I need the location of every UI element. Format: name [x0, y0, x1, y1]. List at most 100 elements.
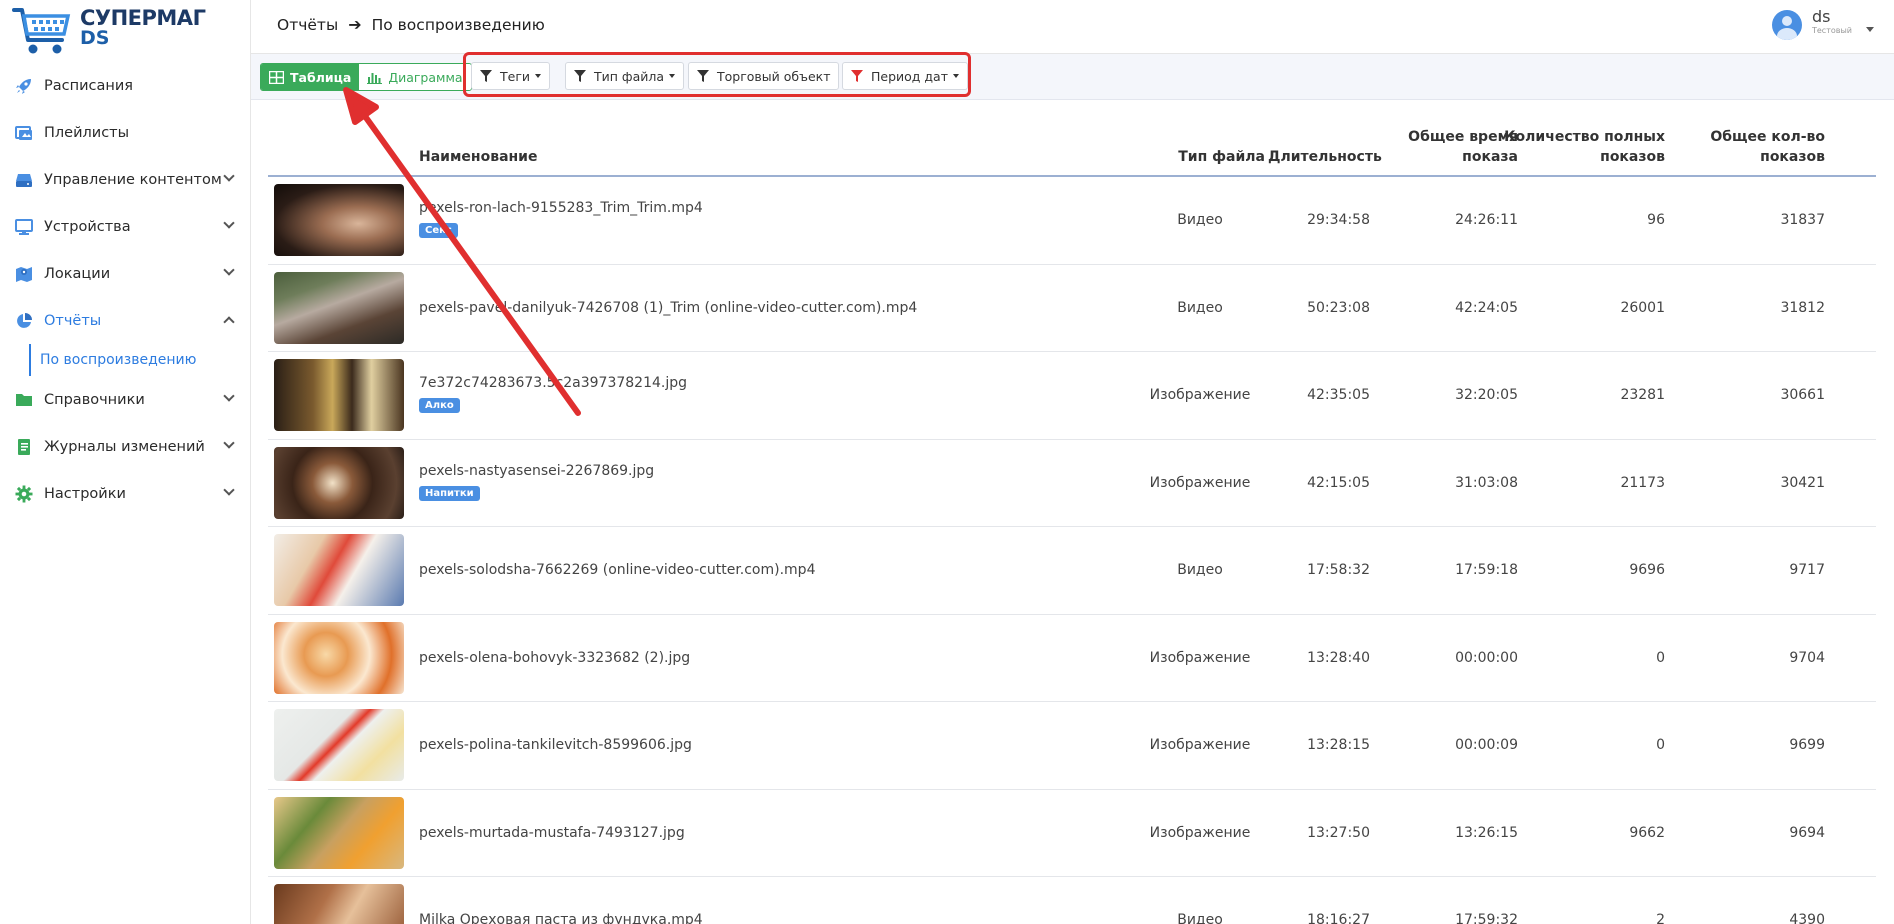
- sidebar-item-label: Расписания: [44, 77, 133, 94]
- table-header: Наименование Тип файла Длительность Обще…: [268, 100, 1876, 177]
- duration-cell: 13:28:15: [1307, 737, 1370, 753]
- column-duration[interactable]: Длительность: [1268, 147, 1382, 167]
- sidebar-subitem-playback[interactable]: По воспроизведению: [29, 344, 251, 376]
- chevron-up-icon[interactable]: [223, 316, 235, 328]
- sidebar-item-label: Плейлисты: [44, 124, 130, 141]
- table-view-button[interactable]: Таблица: [261, 64, 360, 90]
- sidebar-item-label: Устройства: [44, 218, 131, 235]
- sidebar-item-playlists[interactable]: Плейлисты: [0, 109, 251, 156]
- table-row[interactable]: pexels-solodsha-7662269 (online-video-cu…: [268, 527, 1876, 615]
- gear-icon: [14, 484, 34, 504]
- playback-report-table: Наименование Тип файла Длительность Обще…: [268, 100, 1876, 924]
- duration-cell: 13:27:50: [1307, 824, 1370, 841]
- caret-down-icon: [1866, 27, 1874, 32]
- content-thumbnail[interactable]: [274, 359, 404, 431]
- column-filetype[interactable]: Тип файла: [1165, 147, 1265, 167]
- content-thumbnail[interactable]: [274, 446, 404, 519]
- table-row[interactable]: pexels-pavel-danilyuk-7426708 (1)_Trim (…: [268, 265, 1876, 352]
- full-count-cell: 21173: [1620, 474, 1665, 491]
- content-thumbnail[interactable]: [274, 796, 404, 869]
- table-row[interactable]: Milka Ореховая паста из фундука.mp4 Видео…: [268, 877, 1876, 924]
- table-row[interactable]: 7e372c74283673.5c2a397378214.jpg Алко Изоб…: [268, 352, 1876, 440]
- sidebar-item-settings[interactable]: Настройки: [0, 470, 251, 517]
- file-type-cell: Видео: [1177, 212, 1223, 228]
- chevron-down-icon[interactable]: [223, 437, 235, 449]
- full-count-cell: 2: [1656, 912, 1665, 924]
- table-row[interactable]: pexels-ron-lach-9155283_Trim_Trim.mp4 Сек…: [268, 177, 1876, 265]
- table-view-label: Таблица: [290, 69, 352, 85]
- avatar: [1772, 10, 1802, 40]
- chevron-down-icon[interactable]: [223, 390, 235, 402]
- column-total-count[interactable]: Общее кол-во показов: [1688, 127, 1825, 167]
- file-name: Milka Ореховая паста из фундука.mp4: [419, 912, 703, 924]
- total-count-cell: 30421: [1780, 474, 1825, 491]
- sidebar-item-changelogs[interactable]: Журналы изменений: [0, 423, 251, 470]
- chevron-down-icon[interactable]: [223, 264, 235, 276]
- table-row[interactable]: pexels-murtada-mustafa-7493127.jpg Изобра…: [268, 790, 1876, 877]
- sidebar-item-label: Локации: [44, 265, 111, 282]
- breadcrumb-playback: По воспроизведению: [371, 15, 545, 34]
- sidebar-item-label: Настройки: [44, 485, 126, 502]
- table-row[interactable]: pexels-nastyasensei-2267869.jpg Напитки Из…: [268, 440, 1876, 527]
- storage-icon: [14, 170, 34, 190]
- breadcrumb-reports[interactable]: Отчёты: [277, 16, 338, 34]
- content-thumbnail[interactable]: [274, 709, 404, 781]
- content-thumbnail[interactable]: [274, 534, 404, 606]
- sidebar-item-references[interactable]: Справочники: [0, 376, 251, 423]
- chevron-down-icon[interactable]: [223, 217, 235, 229]
- sidebar-item-schedules[interactable]: Расписания: [0, 62, 251, 109]
- file-name: pexels-pavel-danilyuk-7426708 (1)_Trim (…: [419, 299, 918, 316]
- chart-view-button[interactable]: Диаграмма: [359, 64, 471, 90]
- content-thumbnail[interactable]: [274, 884, 404, 924]
- content-thumbnail[interactable]: [274, 184, 404, 256]
- sidebar: СУПЕРМАГ DS Расписания Плейлисты Управле…: [0, 0, 251, 924]
- logo-title: СУПЕРМАГ: [80, 6, 206, 30]
- file-name: pexels-ron-lach-9155283_Trim_Trim.mp4: [419, 200, 703, 216]
- map-icon: [14, 264, 34, 284]
- table-row[interactable]: pexels-olena-bohovyk-3323682 (2).jpg Изоб…: [268, 615, 1876, 702]
- total-count-cell: 4390: [1789, 912, 1825, 924]
- total-count-cell: 31837: [1780, 212, 1825, 228]
- sidebar-item-devices[interactable]: Устройства: [0, 203, 251, 250]
- file-type-cell: Изображение: [1149, 649, 1251, 666]
- duration-cell: 42:35:05: [1307, 387, 1370, 403]
- content-thumbnail[interactable]: [274, 271, 404, 344]
- sidebar-item-content[interactable]: Управление контентом: [0, 156, 251, 203]
- full-count-cell: 26001: [1620, 299, 1665, 316]
- chevron-down-icon[interactable]: [223, 484, 235, 496]
- column-name[interactable]: Наименование: [419, 147, 538, 167]
- breadcrumb: Отчёты ➔ По воспроизведению: [277, 15, 545, 34]
- sidebar-nav: Расписания Плейлисты Управление контенто…: [0, 62, 251, 517]
- duration-cell: 17:58:32: [1307, 562, 1370, 578]
- file-name: pexels-polina-tankilevitch-8599606.jpg: [419, 737, 692, 753]
- file-name: pexels-murtada-mustafa-7493127.jpg: [419, 824, 685, 841]
- table-row[interactable]: pexels-polina-tankilevitch-8599606.jpg Из…: [268, 702, 1876, 790]
- file-name: pexels-nastyasensei-2267869.jpg: [419, 462, 655, 479]
- total-count-cell: 30661: [1780, 387, 1825, 403]
- tag-badge: Напитки: [419, 485, 480, 501]
- column-full-count[interactable]: Количество полных показов: [1488, 127, 1665, 167]
- total-count-cell: 9699: [1789, 737, 1825, 753]
- sidebar-item-locations[interactable]: Локации: [0, 250, 251, 297]
- table-icon: [269, 70, 284, 84]
- full-count-cell: 96: [1647, 212, 1665, 228]
- file-type-cell: Видео: [1177, 562, 1223, 578]
- sidebar-item-label: Отчёты: [44, 312, 102, 329]
- file-type-cell: Видео: [1177, 299, 1223, 316]
- user-menu[interactable]: ds Тестовый: [1772, 8, 1874, 40]
- playlist-icon: [14, 123, 34, 143]
- duration-cell: 29:34:58: [1307, 212, 1370, 228]
- file-type-cell: Изображение: [1149, 474, 1251, 491]
- logo[interactable]: СУПЕРМАГ DS: [12, 4, 212, 58]
- rocket-icon: [14, 76, 34, 96]
- total-count-cell: 9704: [1789, 649, 1825, 666]
- chevron-down-icon[interactable]: [223, 170, 235, 182]
- file-type-cell: Изображение: [1149, 737, 1251, 753]
- view-toggle: Таблица Диаграмма: [260, 63, 472, 91]
- file-type-cell: Видео: [1177, 912, 1223, 924]
- sidebar-item-label: Управление контентом: [44, 171, 222, 188]
- total-count-cell: 31812: [1780, 299, 1825, 316]
- sidebar-item-reports[interactable]: Отчёты: [0, 297, 251, 344]
- content-thumbnail[interactable]: [274, 621, 404, 694]
- full-count-cell: 0: [1656, 737, 1665, 753]
